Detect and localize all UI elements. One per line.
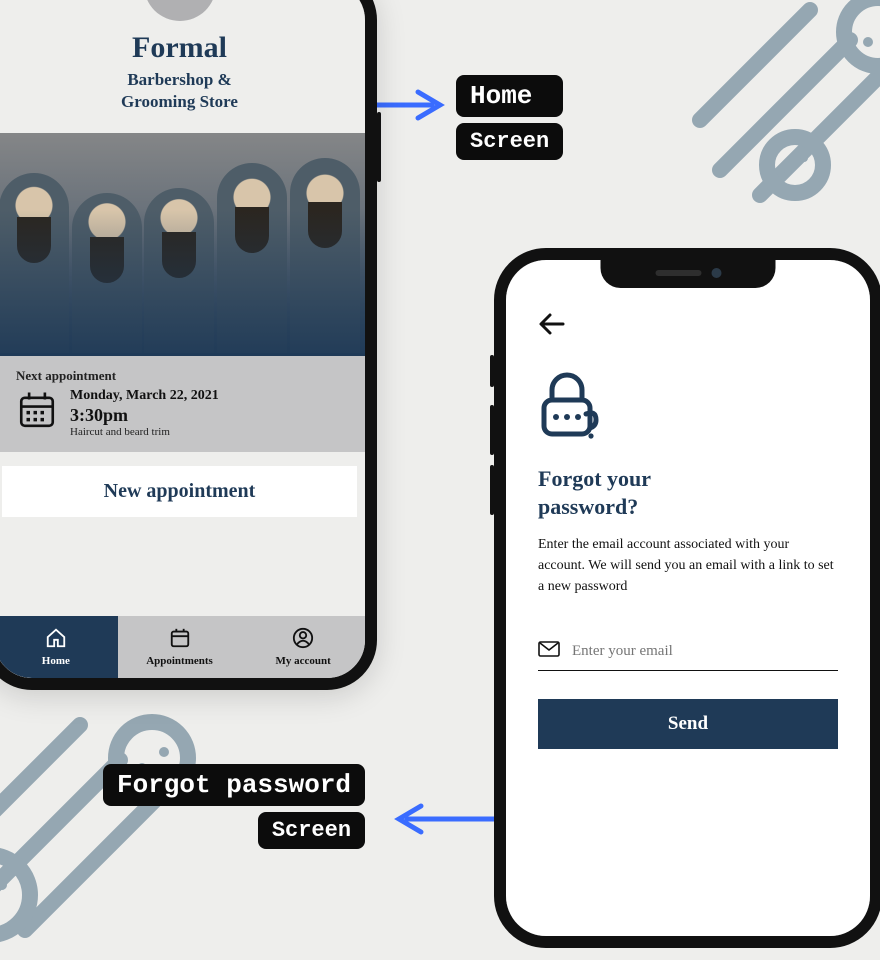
phone-home: F Formal Barbershop & Grooming Store Nex…	[0, 0, 377, 690]
mail-icon	[538, 641, 560, 662]
brand-subtitle: Barbershop & Grooming Store	[0, 69, 365, 113]
fp-title-line1: Forgot your	[538, 466, 651, 491]
next-appointment-label: Next appointment	[16, 368, 343, 384]
phone-power-button	[377, 112, 381, 182]
hero-image	[0, 133, 365, 353]
comet-decoration-top	[680, 0, 880, 220]
calendar-icon	[16, 389, 58, 436]
forgot-password-body: Enter the email account associated with …	[538, 534, 838, 597]
caption-home-line1: Home	[456, 75, 563, 117]
appointment-time: 3:30pm	[70, 405, 219, 426]
caption-home-line2: Screen	[456, 123, 563, 160]
phone-notch	[601, 258, 776, 288]
phone-forgot-password: Forgot your password? Enter the email ac…	[494, 248, 880, 948]
email-input[interactable]	[570, 642, 838, 661]
user-icon	[292, 627, 314, 652]
lock-question-icon	[538, 370, 838, 447]
caption-home: Home Screen	[456, 75, 563, 160]
home-icon	[45, 627, 67, 652]
home-header: F Formal Barbershop & Grooming Store	[0, 0, 365, 113]
caption-forgot-line1: Forgot password	[103, 764, 365, 806]
brand-logo: F	[144, 0, 216, 21]
tab-account[interactable]: My account	[241, 616, 365, 678]
tab-account-label: My account	[276, 655, 331, 667]
calendar-icon	[169, 627, 191, 652]
phone-mute-switch	[490, 355, 494, 387]
tab-bar: Home Appointments My account	[0, 616, 365, 678]
email-field-row[interactable]	[538, 641, 838, 671]
phone-volume-down	[490, 465, 494, 515]
phone-volume-up	[490, 405, 494, 455]
brand-title: Formal	[0, 31, 365, 65]
new-appointment-button[interactable]: New appointment	[2, 466, 357, 517]
next-appointment-card[interactable]: Next appointment Monday, March 22, 2021 …	[0, 353, 365, 452]
appointment-service: Haircut and beard trim	[70, 426, 219, 438]
tab-home[interactable]: Home	[0, 616, 118, 678]
tab-appointments-label: Appointments	[146, 655, 213, 667]
forgot-password-title: Forgot your password?	[538, 465, 838, 520]
brand-subtitle-line1: Barbershop &	[127, 70, 231, 89]
fp-title-line2: password?	[538, 494, 638, 519]
brand-subtitle-line2: Grooming Store	[121, 92, 238, 111]
appointment-date: Monday, March 22, 2021	[70, 388, 219, 404]
caption-forgot: Forgot password Screen	[103, 764, 365, 849]
tab-appointments[interactable]: Appointments	[118, 616, 242, 678]
tab-home-label: Home	[42, 655, 70, 667]
back-button[interactable]	[538, 312, 838, 344]
send-button[interactable]: Send	[538, 699, 838, 749]
caption-forgot-line2: Screen	[258, 812, 365, 849]
